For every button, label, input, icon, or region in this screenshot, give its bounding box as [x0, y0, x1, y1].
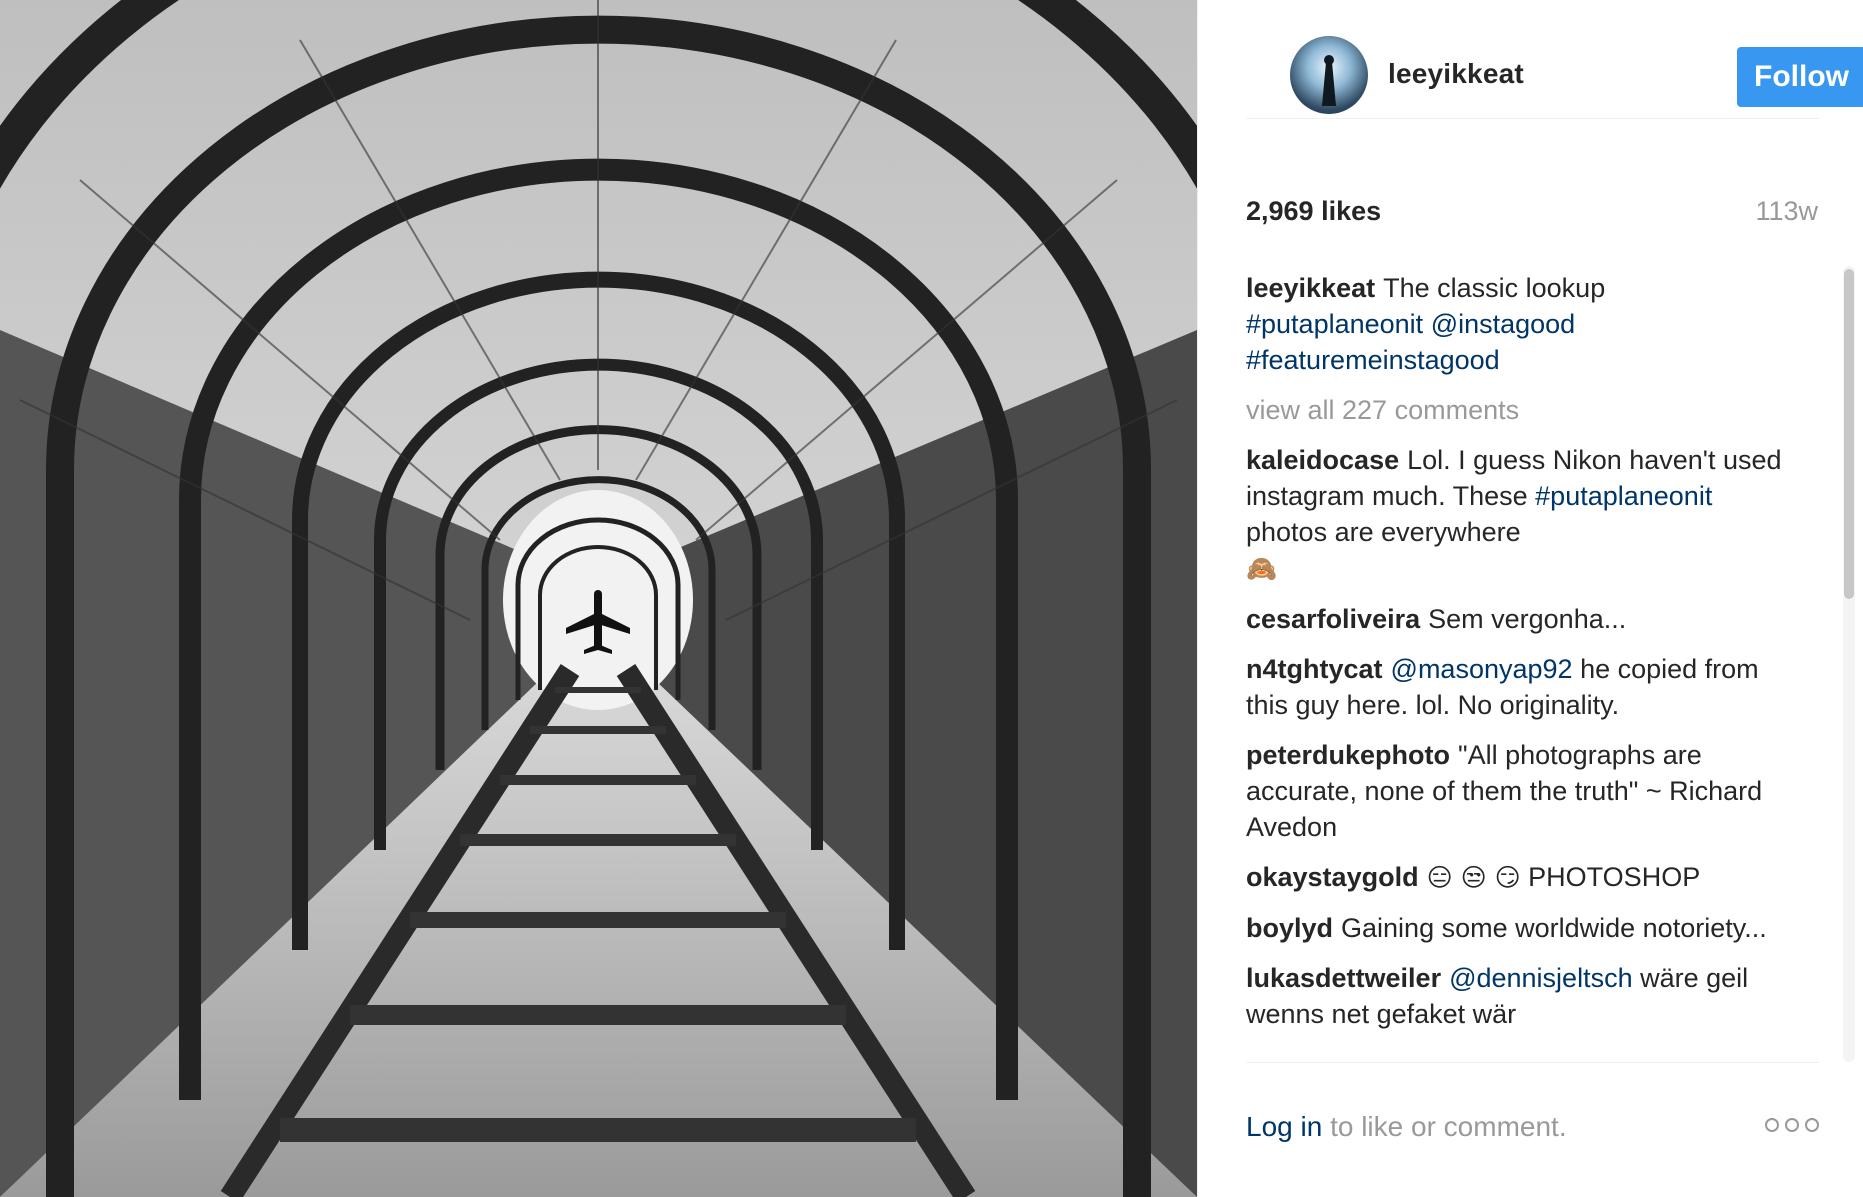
comment-username[interactable]: lukasdettweiler	[1246, 963, 1441, 993]
comment-text: PHOTOSHOP	[1528, 862, 1701, 892]
list-item: cesarfoliveira Sem vergonha...	[1246, 601, 1786, 637]
dot-icon	[1785, 1118, 1799, 1132]
comment-username[interactable]: n4tghtycat	[1246, 654, 1383, 684]
see-no-evil-emoji-icon: 🙈	[1246, 554, 1278, 583]
hashtag-link[interactable]: #putaplaneonit	[1535, 481, 1712, 511]
comment-username[interactable]: leeyikkeat	[1246, 273, 1375, 303]
scrollbar-thumb[interactable]	[1844, 269, 1854, 599]
avatar-graphic	[1322, 55, 1336, 106]
list-item: peterdukephoto "All photographs are accur…	[1246, 737, 1786, 845]
login-prompt-text: to like or comment.	[1330, 1111, 1567, 1142]
mention-link[interactable]: @instagood	[1431, 309, 1576, 339]
post-footer: Log in to like or comment.	[1246, 1062, 1819, 1193]
likes-count[interactable]: 2,969 likes	[1246, 196, 1381, 227]
hashtag-link[interactable]: #featuremeinstagood	[1246, 345, 1500, 375]
list-item: okaystaygold 😑 😒 😏 PHOTOSHOP	[1246, 859, 1786, 896]
view-all-comments-link[interactable]: view all 227 comments	[1246, 392, 1786, 428]
login-prompt: Log in to like or comment.	[1246, 1111, 1567, 1143]
post-header: leeyikkeat Follow	[1246, 36, 1863, 119]
avatar[interactable]	[1290, 36, 1368, 114]
face-emoji-icon: 😑 😒 😏	[1426, 863, 1521, 892]
comment-username[interactable]: peterdukephoto	[1246, 740, 1450, 770]
username-link[interactable]: leeyikkeat	[1388, 58, 1524, 90]
caption: leeyikkeat The classic lookup #putaplaneo…	[1246, 270, 1786, 378]
comment-username[interactable]: kaleidocase	[1246, 445, 1399, 475]
list-item: lukasdettweiler @dennisjeltsch wäre geil …	[1246, 960, 1786, 1032]
comment-text: photos are everywhere	[1246, 517, 1521, 547]
post-age[interactable]: 113w	[1755, 196, 1818, 227]
comment-username[interactable]: boylyd	[1246, 913, 1333, 943]
comment-text: Gaining some worldwide notoriety...	[1341, 913, 1767, 943]
mention-link[interactable]: @dennisjeltsch	[1449, 963, 1633, 993]
comments-list[interactable]: leeyikkeat The classic lookup #putaplaneo…	[1246, 270, 1786, 1062]
comment-text: Sem vergonha...	[1428, 604, 1627, 634]
mention-link[interactable]: @masonyap92	[1391, 654, 1573, 684]
post-photo[interactable]	[0, 0, 1197, 1197]
more-options-icon[interactable]	[1765, 1118, 1819, 1132]
list-item: n4tghtycat @masonyap92 he copied from thi…	[1246, 651, 1786, 723]
comments-scrollbar[interactable]	[1843, 266, 1855, 1062]
dot-icon	[1765, 1118, 1779, 1132]
list-item: kaleidocase Lol. I guess Nikon haven't us…	[1246, 442, 1786, 587]
follow-button[interactable]: Follow	[1737, 47, 1863, 107]
post-sidebar: leeyikkeat Follow 2,969 likes 113w leeyi…	[1197, 0, 1863, 1197]
comment-username[interactable]: cesarfoliveira	[1246, 604, 1420, 634]
comment-username[interactable]: okaystaygold	[1246, 862, 1419, 892]
hashtag-link[interactable]: #putaplaneonit	[1246, 309, 1423, 339]
caption-text: The classic lookup	[1383, 273, 1606, 303]
dot-icon	[1805, 1118, 1819, 1132]
tunnel-photo-graphic	[0, 0, 1197, 1197]
list-item: boylyd Gaining some worldwide notoriety..…	[1246, 910, 1786, 946]
login-link[interactable]: Log in	[1246, 1111, 1322, 1142]
